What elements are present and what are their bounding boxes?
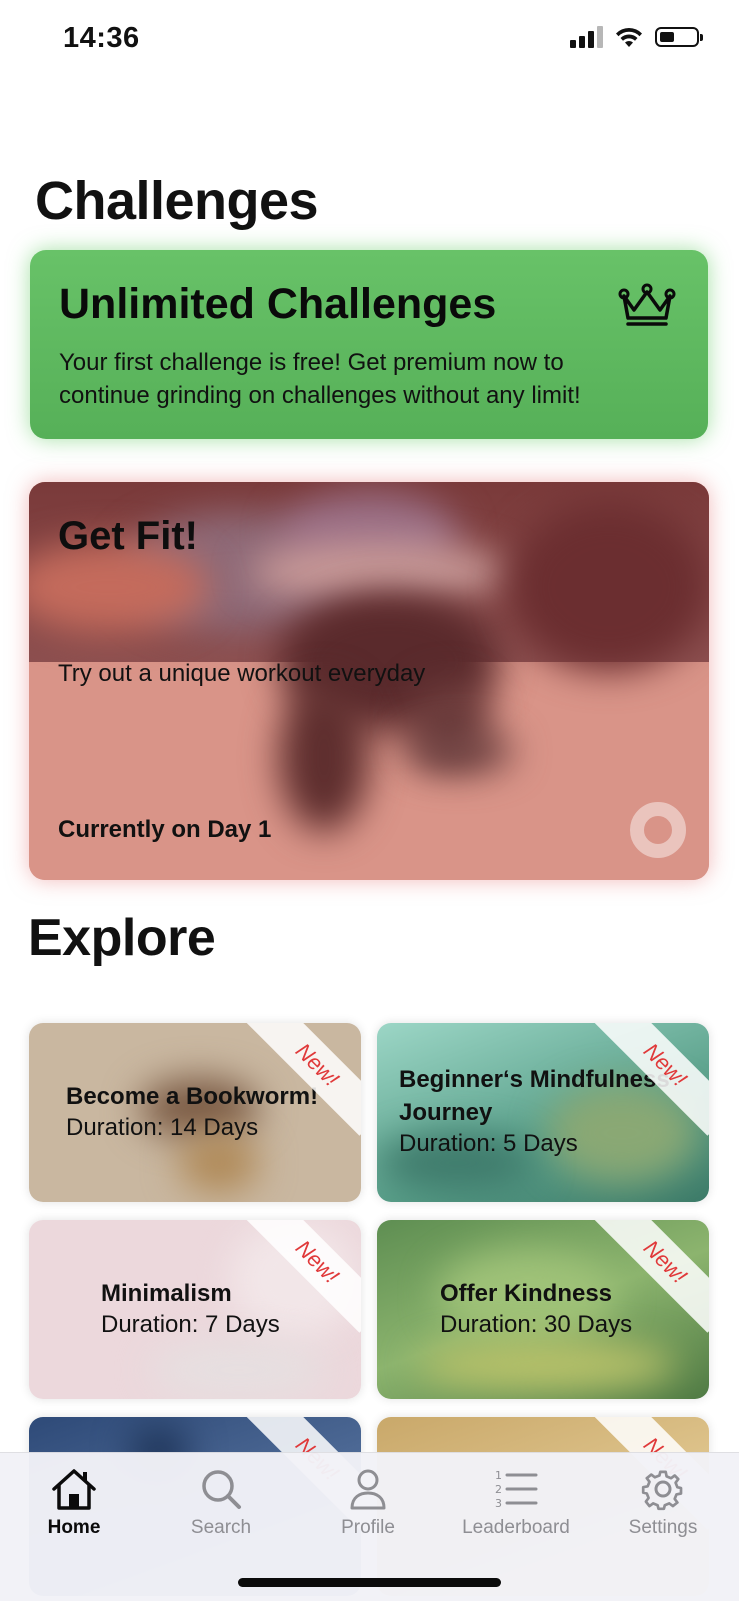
person-icon [350,1469,386,1510]
tab-label: Leaderboard [462,1517,570,1538]
premium-card-title: Unlimited Challenges [59,280,497,328]
status-bar: 14:36 [0,0,739,82]
premium-card-text: Your first challenge is free! Get premiu… [59,349,581,409]
tab-profile[interactable]: Profile [298,1467,438,1539]
featured-subtitle: Try out a unique workout everyday [58,660,426,687]
progress-ring [630,802,686,858]
tab-home[interactable]: Home [4,1467,144,1539]
home-icon [52,1469,96,1510]
list-icon: 1 2 3 [495,1469,538,1510]
premium-card[interactable]: Unlimited Challenges Your first challeng… [30,250,708,439]
status-icons [570,26,703,48]
tab-settings[interactable]: Settings [593,1467,733,1539]
explore-card-duration: Duration: 5 Days [399,1130,578,1157]
explore-card-duration: Duration: 14 Days [66,1114,259,1141]
explore-card-title: Minimalism [101,1280,232,1307]
explore-card-title: Become a Bookworm! [66,1083,319,1110]
explore-card-title: Offer Kindness [440,1280,613,1307]
crown-icon [618,283,676,326]
explore-card-bookworm[interactable]: Become a Bookworm! Duration: 14 Days New… [29,1023,361,1202]
featured-challenge-card[interactable]: Get Fit! Try out a unique workout everyd… [29,482,709,880]
featured-progress-text: Currently on Day 1 [58,816,272,843]
explore-title: Explore [28,909,216,967]
explore-card-duration: Duration: 7 Days [101,1311,280,1338]
tab-label: Search [190,1517,252,1538]
battery-icon [655,27,703,47]
status-time: 14:36 [63,22,140,54]
cellular-signal-icon [570,26,603,48]
featured-title: Get Fit! [58,514,198,558]
tab-label: Profile [341,1517,395,1538]
tab-label: Home [47,1517,101,1538]
svg-text:2: 2 [495,1483,502,1496]
svg-text:3: 3 [495,1497,502,1510]
page-title: Challenges [35,171,319,231]
tab-leaderboard[interactable]: 1 2 3 Leaderboard [446,1467,586,1539]
home-indicator [238,1578,501,1587]
explore-card-mindfulness[interactable]: Beginner‘s Mindfulness Journey Duration:… [377,1023,709,1202]
explore-card-minimalism[interactable]: Minimalism Duration: 7 Days New! [29,1220,361,1399]
explore-card-kindness[interactable]: Offer Kindness Duration: 30 Days New! [377,1220,709,1399]
explore-card-duration: Duration: 30 Days [440,1311,633,1338]
tab-search[interactable]: Search [151,1467,291,1539]
wifi-icon [616,27,642,47]
gear-icon [641,1470,683,1511]
svg-text:1: 1 [495,1469,502,1482]
search-icon [202,1470,241,1509]
tab-label: Settings [628,1517,698,1538]
